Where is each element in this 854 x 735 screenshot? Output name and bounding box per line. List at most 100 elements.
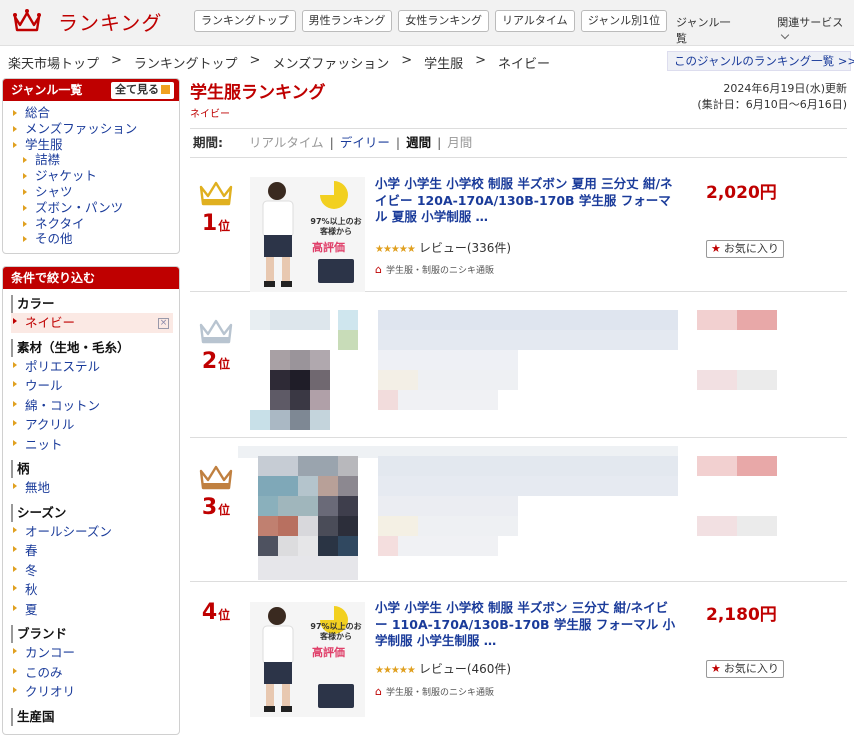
thumb-badge: 97%以上のお客様から — [310, 622, 362, 641]
product-image[interactable]: 97%以上のお客様から 高評価 — [250, 602, 365, 717]
favorite-button[interactable]: ★ お気に入り — [706, 240, 784, 258]
genre-item[interactable]: 詰襟 — [21, 152, 179, 168]
genre-item[interactable]: その他 — [21, 231, 179, 247]
bullet-triangle-icon — [13, 439, 17, 446]
filter-option[interactable]: 冬 — [11, 561, 179, 581]
crumb-navy[interactable]: ネイビー — [498, 53, 550, 72]
crumb-rakuten-top[interactable]: 楽天市場トップ — [8, 53, 99, 72]
genre-list-link[interactable]: ジャンル一覧 — [676, 14, 741, 46]
filter-option[interactable]: オールシーズン — [11, 522, 179, 542]
rank-badge: 1位 — [196, 178, 236, 236]
filter-option[interactable]: 無地 — [11, 478, 179, 498]
period-selector: 期間: リアルタイム | デイリー | 週間 | 月間 — [190, 128, 847, 158]
rank-number: 2位 — [196, 349, 236, 374]
genre-ranking-list-link[interactable]: このジャンルのランキング一覧 >> — [667, 51, 854, 71]
related-services-menu[interactable]: 関連サービス — [777, 14, 854, 46]
filter-option[interactable]: クリオリ — [11, 682, 179, 702]
filter-heading: 柄 — [11, 460, 179, 479]
filter-section: 生産国 — [3, 707, 179, 726]
genre-item[interactable]: ジャケット — [21, 168, 179, 184]
chevron-down-icon — [781, 30, 790, 40]
clear-filter-icon[interactable]: × — [158, 318, 169, 330]
ranking-item-4: 4位 97%以上のお客様から 高評価 小学 小学生 小学校 制服 半ズボン 三分… — [190, 590, 847, 732]
product-title[interactable]: 小学 小学生 小学校 制服 半ズボン 夏用 三分丈 紺/ネイビー 120A-17… — [375, 176, 680, 226]
product-title[interactable]: 小学 小学生 小学校 制服 半ズボン 三分丈 紺/ネイビー 110A-170A/… — [375, 600, 680, 650]
filter-option[interactable]: アクリル — [11, 415, 179, 435]
product-image[interactable]: 97%以上のお客様から 高評価 — [250, 177, 365, 292]
genre-item[interactable]: メンズファッション — [11, 121, 179, 137]
period-separator: | — [437, 135, 442, 150]
filter-option[interactable]: このみ — [11, 663, 179, 683]
filter-option-label: ポリエステル — [25, 358, 101, 374]
review-link[interactable]: レビュー(460件) — [419, 662, 511, 676]
shop-link[interactable]: ⌂ 学生服・制服のニシキ通販 — [375, 685, 494, 698]
crumb-separator: > — [475, 53, 487, 68]
genre-item[interactable]: 総合 — [11, 105, 179, 121]
bullet-triangle-icon — [13, 604, 17, 611]
see-all-label: 全て見る — [115, 83, 159, 96]
logo-text: ランキング — [58, 10, 163, 35]
period-option: 月間 — [447, 135, 473, 150]
crumb-ranking-top[interactable]: ランキングトップ — [134, 53, 238, 72]
ranking-logo[interactable]: ランキング — [12, 6, 162, 36]
favorite-button[interactable]: ★ お気に入り — [706, 660, 784, 678]
filter-option-label: ネイビー — [25, 315, 76, 331]
blurred-price-area — [697, 456, 787, 556]
crumb-separator: > — [111, 53, 122, 68]
bullet-triangle-icon — [13, 110, 17, 116]
genre-box-title: ジャンル一覧 — [11, 83, 83, 97]
filter-section: カラー ネイビー × — [3, 295, 179, 333]
ranking-item-3: 3位 — [190, 446, 847, 582]
filter-option[interactable]: 綿・コットン — [11, 396, 179, 416]
blurred-product-area — [250, 310, 680, 436]
sidebar: ジャンル一覧 全て見る 総合 メンズファッション 学生服 詰襟 ジャケット シャツ ズボン・… — [0, 78, 180, 735]
favorite-label: お気に入り — [723, 662, 779, 675]
thumb-badge: 97%以上のお客様から — [310, 217, 362, 236]
rank-suffix: 位 — [218, 503, 231, 517]
filter-option[interactable]: ウール — [11, 376, 179, 396]
filter-option-label: オールシーズン — [25, 523, 112, 539]
genre-item[interactable]: ズボン・パンツ — [21, 200, 179, 216]
filter-option[interactable]: ネイビー × — [11, 313, 173, 333]
filter-option[interactable]: 秋 — [11, 580, 179, 600]
genre-item[interactable]: 学生服 — [11, 137, 179, 153]
filter-option[interactable]: ニット — [11, 435, 179, 455]
filter-option[interactable]: ポリエステル — [11, 357, 179, 377]
nav-realtime[interactable]: リアルタイム — [495, 10, 575, 32]
filter-heading: カラー — [11, 295, 179, 314]
bullet-triangle-icon — [13, 585, 17, 592]
filter-option-label: カンコー — [25, 645, 76, 661]
thumb-badge-2: 高評価 — [312, 646, 345, 659]
see-all-button[interactable]: 全て見る — [111, 82, 174, 99]
genre-label: メンズファッション — [25, 120, 138, 136]
shop-link[interactable]: ⌂ 学生服・制服のニシキ通販 — [375, 263, 494, 276]
genre-label: 総合 — [25, 105, 51, 120]
filter-option[interactable]: 夏 — [11, 600, 179, 620]
gold-crown-icon — [199, 181, 233, 206]
nav-male-ranking[interactable]: 男性ランキング — [301, 10, 393, 32]
shop-name: 学生服・制服のニシキ通販 — [385, 266, 494, 276]
genre-item[interactable]: ネクタイ — [21, 216, 179, 232]
rating: ★★★★★ レビュー(336件) — [375, 239, 511, 256]
page-subtitle: ネイビー — [190, 109, 230, 120]
genre-label: シャツ — [35, 183, 73, 199]
rank-badge: 2位 — [196, 316, 236, 374]
filter-option-label: ウール — [25, 378, 63, 394]
crumb-school-uniform[interactable]: 学生服 — [424, 53, 463, 72]
crumb-mens-fashion[interactable]: メンズファッション — [272, 53, 389, 72]
review-link[interactable]: レビュー(336件) — [419, 241, 511, 255]
filter-heading: 生産国 — [11, 707, 179, 726]
period-option[interactable]: デイリー — [340, 135, 390, 150]
nav-genre-first[interactable]: ジャンル別1位 — [580, 10, 668, 32]
aggregation-period: (集計日：6月10日～6月16日) — [697, 98, 847, 111]
genre-item[interactable]: シャツ — [21, 184, 179, 200]
nav-female-ranking[interactable]: 女性ランキング — [398, 10, 490, 32]
filter-option[interactable]: 春 — [11, 541, 179, 561]
rank-suffix: 位 — [218, 357, 231, 371]
star-icon: ★ — [711, 242, 721, 255]
nav-ranking-top[interactable]: ランキングトップ — [194, 10, 296, 32]
favorite-label: お気に入り — [723, 242, 779, 255]
filter-heading: 素材（生地・毛糸） — [11, 338, 179, 357]
filter-option[interactable]: カンコー — [11, 643, 179, 663]
bullet-triangle-icon — [13, 141, 17, 148]
